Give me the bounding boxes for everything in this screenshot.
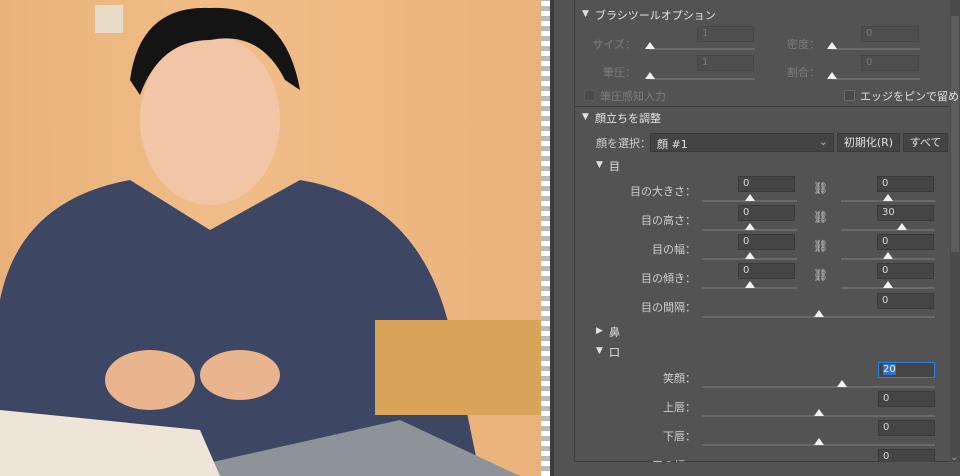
mouth-row-label: 上唇： bbox=[663, 401, 696, 414]
mouth-input[interactable]: 0 bbox=[878, 391, 935, 407]
slider-thumb[interactable] bbox=[813, 409, 824, 416]
mouth-input[interactable]: 0 bbox=[878, 449, 935, 462]
mouth-row-label: 下唇： bbox=[663, 430, 696, 443]
mouth-row-label: 口の幅： bbox=[600, 457, 696, 462]
mouth-slider[interactable] bbox=[702, 380, 935, 388]
mouth-row-label: 笑顔： bbox=[663, 372, 696, 385]
mouth-input[interactable]: 20 bbox=[878, 362, 935, 378]
mouth-input[interactable]: 0 bbox=[878, 420, 935, 436]
slider-thumb[interactable] bbox=[836, 380, 847, 387]
mouth-slider[interactable] bbox=[702, 438, 935, 446]
slider-thumb[interactable] bbox=[813, 438, 824, 445]
mouth-slider[interactable] bbox=[702, 409, 935, 417]
scroll-down-icon[interactable]: ⌄ bbox=[950, 452, 958, 463]
